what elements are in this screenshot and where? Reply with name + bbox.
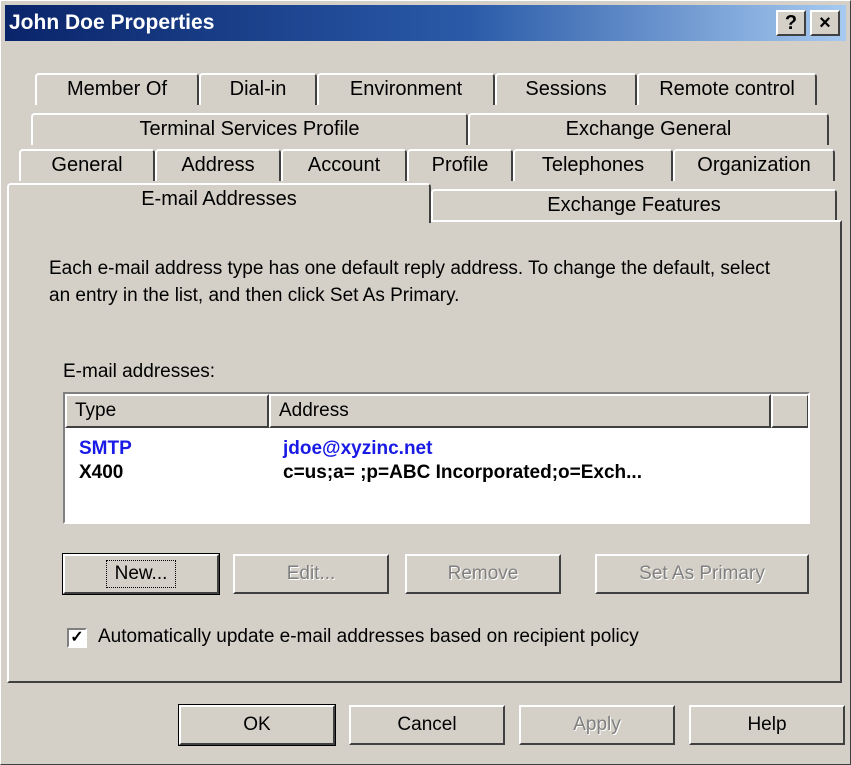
- apply-button[interactable]: Apply: [519, 705, 675, 745]
- auto-update-checkbox[interactable]: ✓: [67, 628, 87, 648]
- tab-dial-in[interactable]: Dial-in: [199, 73, 317, 105]
- close-icon[interactable]: ×: [810, 10, 840, 36]
- column-header-type[interactable]: Type: [65, 394, 269, 428]
- help-button[interactable]: Help: [689, 705, 845, 745]
- tab-general[interactable]: General: [19, 149, 155, 181]
- tab-organization[interactable]: Organization: [673, 149, 835, 181]
- set-as-primary-button[interactable]: Set As Primary: [595, 554, 809, 594]
- column-header-filler: [771, 394, 808, 428]
- tab-exchange-general[interactable]: Exchange General: [468, 113, 829, 145]
- tab-exchange-features[interactable]: Exchange Features: [431, 189, 837, 221]
- tab-telephones[interactable]: Telephones: [513, 149, 673, 181]
- tab-e-mail-addresses[interactable]: E-mail Addresses: [7, 183, 431, 223]
- description-text: Each e-mail address type has one default…: [49, 258, 771, 306]
- title-bar: John Doe Properties ? ×: [5, 5, 846, 41]
- check-icon: ✓: [70, 629, 84, 646]
- tab-address[interactable]: Address: [155, 149, 281, 181]
- tab-sessions[interactable]: Sessions: [495, 73, 637, 105]
- remove-button[interactable]: Remove: [405, 554, 561, 594]
- edit-button[interactable]: Edit...: [233, 554, 389, 594]
- properties-dialog: John Doe Properties ? × Member Of Dial-i…: [0, 0, 851, 765]
- list-item-type: X400: [79, 462, 124, 483]
- list-label: E-mail addresses:: [63, 361, 216, 382]
- email-address-list[interactable]: Type Address SMTP jdoe@xyzinc.net X400 c…: [63, 392, 810, 524]
- new-button-label: New...: [105, 560, 177, 588]
- new-button[interactable]: New...: [62, 553, 220, 595]
- tab-terminal-services-profile[interactable]: Terminal Services Profile: [31, 113, 468, 145]
- tab-member-of[interactable]: Member Of: [35, 73, 199, 105]
- ok-button[interactable]: OK: [178, 704, 336, 746]
- tab-account[interactable]: Account: [281, 149, 407, 181]
- window-title: John Doe Properties: [9, 11, 215, 34]
- tab-remote-control[interactable]: Remote control: [637, 73, 817, 105]
- auto-update-label[interactable]: Automatically update e-mail addresses ba…: [98, 626, 639, 648]
- list-item-address: jdoe@xyzinc.net: [283, 438, 433, 459]
- tab-environment[interactable]: Environment: [317, 73, 495, 105]
- list-item-type: SMTP: [79, 438, 132, 459]
- help-icon[interactable]: ?: [776, 10, 806, 36]
- tab-profile[interactable]: Profile: [407, 149, 513, 181]
- cancel-button[interactable]: Cancel: [349, 705, 505, 745]
- list-item-address: c=us;a= ;p=ABC Incorporated;o=Exch...: [283, 462, 642, 483]
- column-header-address[interactable]: Address: [269, 394, 771, 428]
